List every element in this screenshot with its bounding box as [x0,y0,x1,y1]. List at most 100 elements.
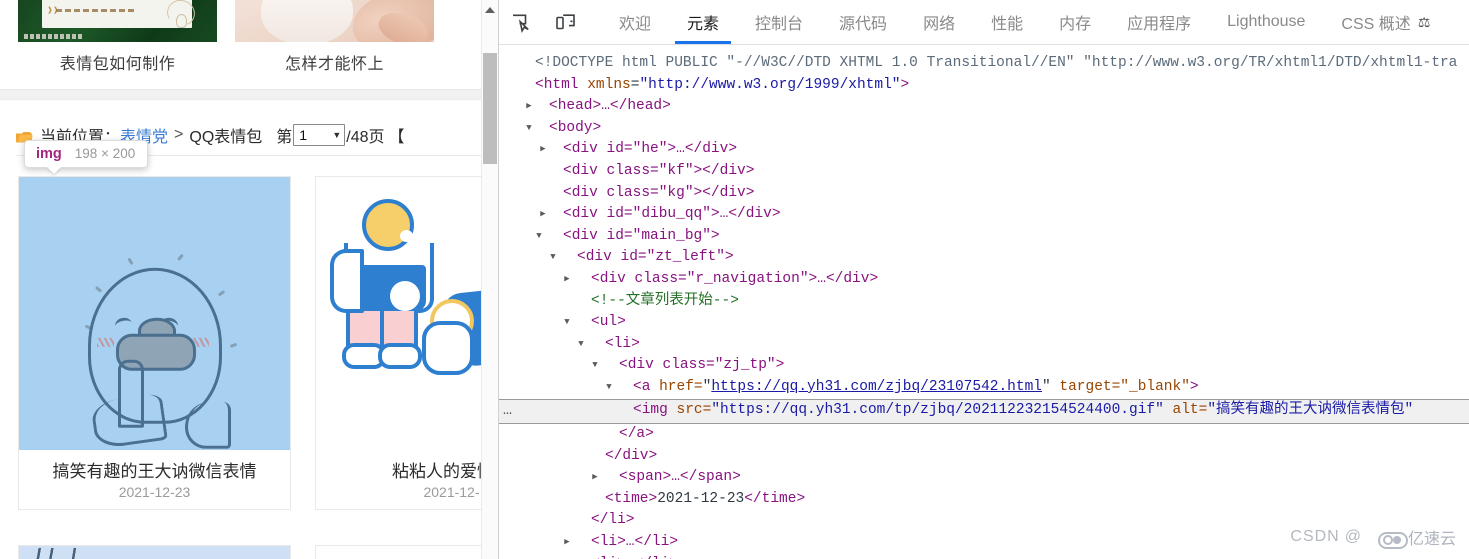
sticker-title[interactable]: 粘粘人的爱情专 [316,450,498,484]
top-article-card[interactable]: 怎样才能怀上 [235,0,434,88]
sticker-card[interactable]: 粘粘人的爱情专 2021-12- [315,176,498,510]
sticker-image[interactable] [19,546,290,559]
scrollbar-thumb[interactable] [483,53,497,164]
dom-line-html[interactable]: <html xmlns="http://www.w3.org/1999/xhtm… [499,75,1469,97]
sticker-image[interactable] [316,546,498,559]
top-article-title[interactable]: 表情包如何制作 [60,50,176,74]
expand-triangle-icon[interactable]: ▶ [523,96,535,118]
tab-label: 控制台 [755,16,804,33]
img-src-name: src= [676,401,712,418]
sticker-image[interactable] [316,177,498,450]
scroll-up-arrow-icon[interactable] [485,7,495,13]
tab-label: Lighthouse [1227,13,1306,30]
page-scrollbar[interactable] [481,0,498,559]
couple-character-illustration [316,191,498,441]
expand-triangle-icon[interactable]: ▶ [561,532,573,554]
truncated-indicator: … [503,401,516,419]
tab-css-overview[interactable]: CSS 概述 ⚖ [1323,0,1448,44]
inspect-element-icon[interactable] [499,0,543,44]
devtools-panel: 欢迎 元素 控制台 源代码 网络 性能 内存 应用程序 Lighthouse C… [498,0,1469,559]
dom-line-ul[interactable]: ▼ <ul> [499,312,1469,334]
collapse-triangle-icon[interactable]: ▼ [547,247,559,269]
div-close-tag: </div> [605,447,658,464]
tab-performance[interactable]: 性能 [973,0,1041,44]
a-href-value[interactable]: https://qq.yh31.com/zjbq/23107542.html [711,379,1042,395]
page-select[interactable]: 1 ▼ [293,124,346,146]
top-article-card[interactable]: ❱❱ 表情包如何制作 [18,0,217,88]
dom-line-div-ztleft[interactable]: ▼ <div id="zt_left"> [499,247,1469,269]
collapse-triangle-icon[interactable]: ▼ [561,312,573,334]
dom-line-div-mainbg[interactable]: ▼ <div id="main_bg"> [499,226,1469,248]
div-mainbg-tag: <div id="main_bg"> [563,227,720,244]
a-tag: <a [633,378,651,395]
dom-line-li-collapsed-2[interactable]: ▶ <li>…</li> [499,554,1469,559]
tab-label: 欢迎 [619,16,652,33]
dom-line-comment[interactable]: <!--文章列表开始--> [499,291,1469,313]
dom-line-div-zjtp[interactable]: ▼ <div class="zj_tp"> [499,355,1469,377]
expand-triangle-icon[interactable]: ▶ [537,204,549,226]
body-tag: <body> [549,119,602,136]
sticker-card[interactable] [18,545,291,559]
collapse-triangle-icon[interactable]: ▼ [603,377,615,399]
time-open-tag: <time> [605,490,658,507]
tab-label: 内存 [1059,16,1092,33]
dom-line-time[interactable]: <time>2021-12-23</time> [499,489,1469,511]
doctype-text: <!DOCTYPE html PUBLIC "-//W3C//DTD XHTML… [535,55,1458,71]
html-attr-name: xmlns [587,76,631,93]
dom-line-span[interactable]: ▶ <span>…</span> [499,467,1469,489]
collapse-triangle-icon[interactable]: ▼ [533,226,545,248]
sticker-card[interactable]: 搞笑有趣的王大讷微信表情 2021-12-23 [18,176,291,510]
tab-welcome[interactable]: 欢迎 [601,0,669,44]
dom-line-div-he[interactable]: ▶ <div id="he">…</div> [499,139,1469,161]
dom-line-body[interactable]: ▼ <body> [499,118,1469,140]
device-toolbar-icon[interactable] [543,0,587,44]
dom-line-anchor-close[interactable]: </a> [499,424,1469,446]
article-thumbnail-1[interactable]: ❱❱ [18,0,217,42]
dom-line-div-close[interactable]: </div> [499,446,1469,468]
article-thumbnail-2[interactable] [235,0,434,42]
sticker-grid: 搞笑有趣的王大讷微信表情 2021-12-23 粘粘人的爱 2021-12- [18,176,498,510]
img-alt-value: "搞笑有趣的王大讷微信表情包" [1207,401,1414,418]
dom-line-div-rnav[interactable]: ▶ <div class="r_navigation">…</div> [499,269,1469,291]
expand-triangle-icon[interactable]: ▶ [537,139,549,161]
expand-triangle-icon[interactable]: ▶ [561,269,573,291]
expand-triangle-icon[interactable]: ▶ [589,467,601,489]
sticker-title[interactable]: 搞笑有趣的王大讷微信表情 [19,450,290,484]
dom-line-head[interactable]: ▶ <head>…</head> [499,96,1469,118]
li-tag: <li> [605,335,640,352]
dom-line-doctype[interactable]: <!DOCTYPE html PUBLIC "-//W3C//DTD XHTML… [499,53,1469,75]
dom-line-div-kg[interactable]: <div class="kg"></div> [499,183,1469,205]
expand-triangle-icon[interactable]: ▶ [561,554,573,559]
breadcrumb-tail: 【 [388,129,405,146]
tab-memory[interactable]: 内存 [1041,0,1109,44]
tab-label: 应用程序 [1127,16,1192,33]
dom-tree[interactable]: <!DOCTYPE html PUBLIC "-//W3C//DTD XHTML… [499,45,1469,559]
tab-elements[interactable]: 元素 [669,0,737,44]
collapse-triangle-icon[interactable]: ▼ [575,334,587,356]
breadcrumb-separator: > [174,126,184,143]
tab-console[interactable]: 控制台 [737,0,821,44]
html-tag: <html [535,76,579,93]
chevron-down-icon: ▼ [332,130,342,140]
img-src-value: "https://qq.yh31.com/tp/zjbq/20211223215… [711,401,1164,418]
dom-line-div-kf[interactable]: <div class="kf"></div> [499,161,1469,183]
collapse-triangle-icon[interactable]: ▼ [523,118,535,140]
top-article-title[interactable]: 怎样才能怀上 [285,50,384,74]
tab-lighthouse[interactable]: Lighthouse [1209,0,1323,44]
html-attr-value: "http://www.w3.org/1999/xhtml" [639,76,901,93]
html-comment: <!--文章列表开始--> [591,292,739,309]
sticker-card[interactable] [315,545,498,559]
li-collapsed-tag: <li>…</li> [591,556,678,559]
csdn-watermark: CSDN @ [1290,528,1362,546]
tab-sources[interactable]: 源代码 [821,0,905,44]
sticker-image-highlighted[interactable] [19,177,290,450]
dom-line-li[interactable]: ▼ <li> [499,334,1469,356]
tab-application[interactable]: 应用程序 [1109,0,1209,44]
dom-line-div-dibu[interactable]: ▶ <div id="dibu_qq">…</div> [499,204,1469,226]
dom-line-img-selected[interactable]: … <img src="https://qq.yh31.com/tp/zjbq/… [499,398,1469,425]
collapse-triangle-icon[interactable]: ▼ [589,355,601,377]
dom-line-anchor[interactable]: ▼ <a href="https://qq.yh31.com/zjbq/2310… [499,377,1469,399]
page-select-value: 1 [299,127,308,143]
inspector-tooltip: img 198 × 200 [24,140,149,168]
tab-network[interactable]: 网络 [905,0,973,44]
